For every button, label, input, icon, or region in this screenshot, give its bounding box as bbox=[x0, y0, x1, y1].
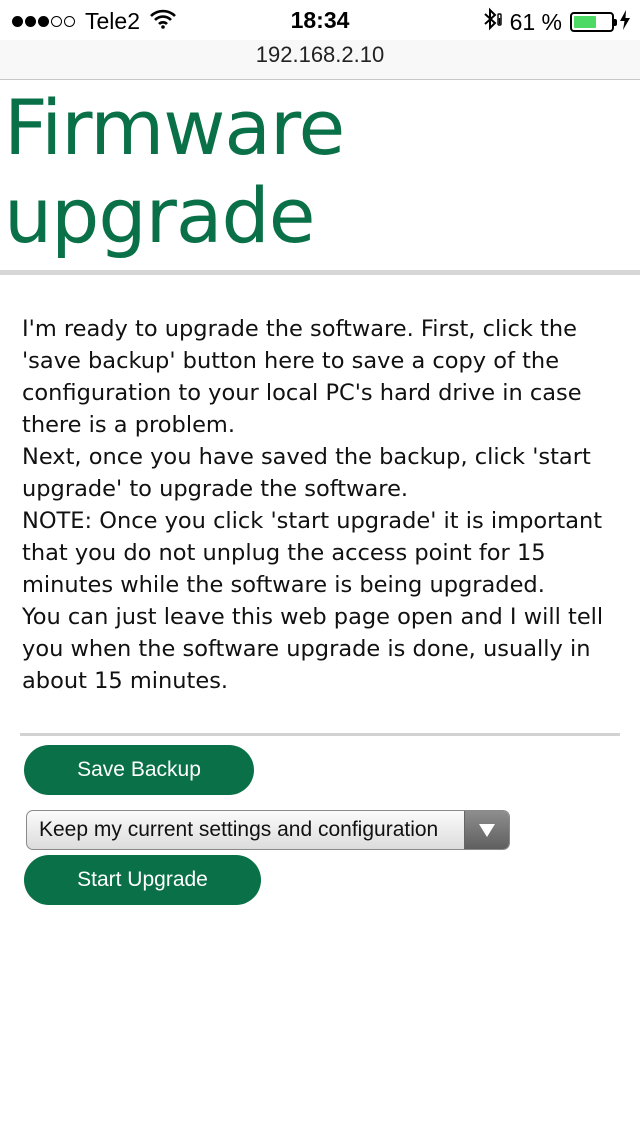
battery-percent: 61 % bbox=[509, 8, 562, 35]
instruction-paragraph: Next, once you have saved the backup, cl… bbox=[22, 444, 591, 502]
title-divider bbox=[0, 270, 640, 275]
instruction-paragraph: You can just leave this web page open an… bbox=[22, 604, 604, 694]
page-title: Firmware upgrade bbox=[4, 83, 345, 260]
battery-level bbox=[574, 16, 596, 28]
save-backup-button[interactable]: Save Backup bbox=[24, 745, 254, 795]
settings-select-value: Keep my current settings and configurati… bbox=[39, 818, 439, 841]
battery-icon bbox=[570, 12, 617, 32]
url-bar[interactable]: 192.168.2.10 bbox=[0, 40, 640, 80]
upgrade-instructions: I'm ready to upgrade the software. First… bbox=[22, 313, 622, 697]
dropdown-arrow-icon[interactable] bbox=[464, 811, 509, 849]
settings-select[interactable]: Keep my current settings and configurati… bbox=[26, 810, 510, 850]
instruction-paragraph: NOTE: Once you click 'start upgrade' it … bbox=[22, 508, 603, 598]
status-bar-right: 61 % bbox=[482, 7, 630, 37]
instructions-divider bbox=[20, 733, 620, 736]
instruction-paragraph: I'm ready to upgrade the software. First… bbox=[22, 316, 582, 438]
status-bar: Tele2 18:34 61 % bbox=[0, 0, 640, 40]
battery-tip bbox=[614, 19, 617, 26]
charging-bolt-icon bbox=[620, 9, 630, 36]
bluetooth-icon bbox=[482, 7, 504, 37]
start-upgrade-button[interactable]: Start Upgrade bbox=[24, 855, 261, 905]
